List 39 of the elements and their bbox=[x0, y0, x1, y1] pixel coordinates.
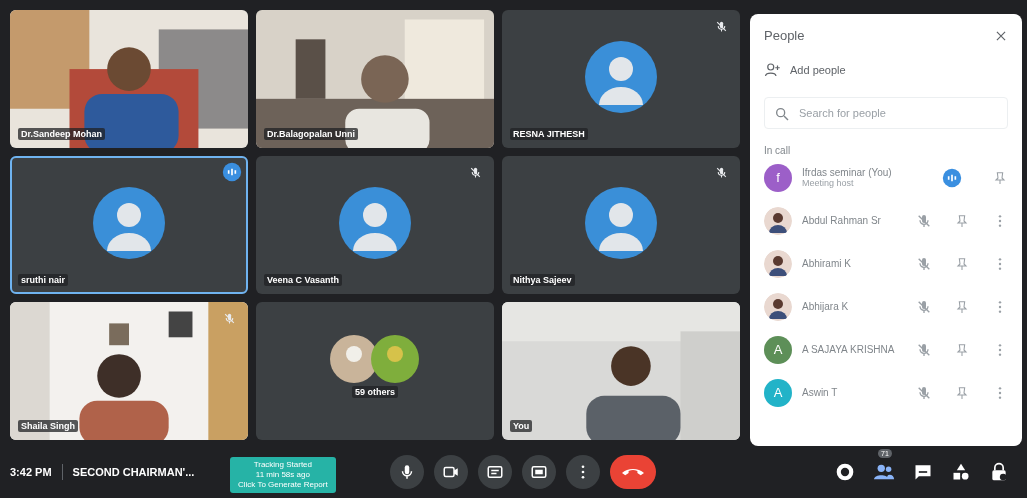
present-icon[interactable] bbox=[521, 455, 556, 489]
section-label: In call bbox=[764, 145, 792, 156]
panel-title: People bbox=[764, 28, 805, 43]
add-person-icon bbox=[764, 61, 782, 79]
add-people-button[interactable]: Add people bbox=[764, 61, 1009, 79]
meeting-time: 3:42 PM bbox=[10, 466, 52, 478]
participant-name: sruthi nair bbox=[18, 274, 68, 286]
participant-role: Meeting host bbox=[802, 178, 855, 188]
participant-name: You bbox=[510, 420, 533, 432]
participant-name: RESNA JITHESH bbox=[510, 128, 588, 140]
participant-name: 59 others bbox=[352, 386, 398, 398]
participant-name: Shaila Singh bbox=[18, 420, 78, 432]
participant-name: Veena C Vasanth bbox=[264, 274, 343, 286]
participant-name: Nithya Sajeev bbox=[510, 274, 575, 286]
participant-name: Dr.Sandeep Mohan bbox=[18, 128, 105, 140]
participant-name: A SAJAYA KRISHNA bbox=[802, 344, 895, 355]
info-icon[interactable] bbox=[835, 462, 855, 482]
avatar-initial: A bbox=[764, 378, 792, 407]
avatar-initial: f bbox=[764, 163, 792, 192]
participant-name: Dr.Balagopalan Unni bbox=[264, 128, 358, 140]
participant-name: Abhirami K bbox=[802, 258, 852, 269]
chat-icon[interactable] bbox=[913, 462, 933, 482]
search-field[interactable]: Search for people bbox=[764, 97, 1009, 129]
speaking-icon bbox=[222, 162, 242, 182]
avatar-initial: A bbox=[764, 335, 792, 364]
captions-icon[interactable] bbox=[477, 455, 512, 489]
camera-icon[interactable] bbox=[433, 455, 468, 489]
more-icon[interactable] bbox=[565, 455, 600, 489]
participant-name: Aswin T bbox=[802, 387, 839, 398]
participant-name: Abhijara K bbox=[802, 301, 850, 312]
phone-icon bbox=[621, 467, 644, 477]
meeting-name: SECOND CHAIRMAN'... bbox=[72, 466, 195, 478]
search-icon bbox=[774, 106, 790, 122]
participant-name: Abdul Rahman Sr bbox=[802, 215, 882, 226]
participant-name: Ifrdas seminar (You) bbox=[802, 167, 893, 178]
lock-icon[interactable] bbox=[989, 462, 1009, 482]
mic-icon[interactable] bbox=[389, 455, 424, 489]
shapes-icon[interactable] bbox=[951, 462, 971, 482]
end-call-button[interactable] bbox=[609, 455, 656, 489]
